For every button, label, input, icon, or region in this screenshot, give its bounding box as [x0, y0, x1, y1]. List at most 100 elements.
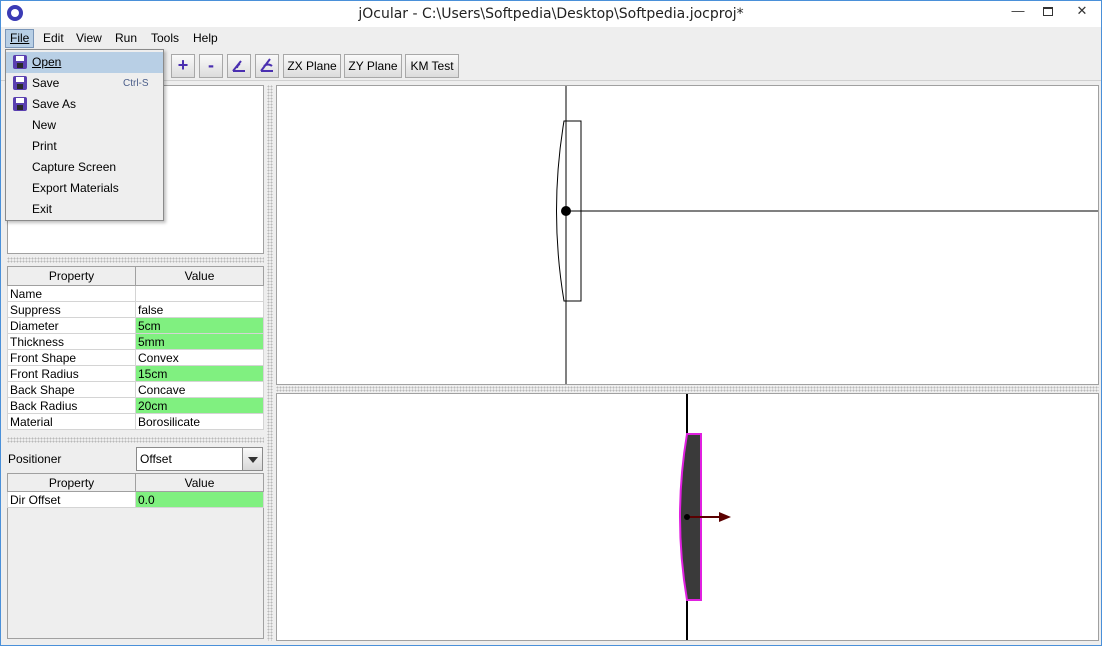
menu-item-exit[interactable]: Exit	[6, 199, 163, 220]
table-row[interactable]: Material Borosilicate	[7, 413, 264, 430]
left-splitter-bottom[interactable]	[7, 437, 264, 443]
menu-item-capture-screen[interactable]: Capture Screen	[6, 157, 163, 178]
maximize-icon	[1043, 7, 1053, 17]
property-value-cell[interactable]: 5mm	[135, 333, 264, 350]
positioner-header-value: Value	[135, 473, 264, 492]
menu-edit-label: Edit	[43, 31, 64, 45]
top-viewport[interactable]	[276, 85, 1099, 385]
property-name-cell: Back Radius	[7, 397, 136, 414]
rotate-button[interactable]	[227, 54, 251, 78]
table-row[interactable]: Diameter 5cm	[7, 317, 264, 334]
menu-item-save-label: Save	[32, 76, 60, 90]
zx-plane-button[interactable]: ZX Plane	[283, 54, 341, 78]
property-name-cell: Back Shape	[7, 381, 136, 398]
properties-header-value: Value	[135, 266, 264, 286]
menu-edit[interactable]: Edit	[39, 29, 68, 48]
positioner-row: Positioner Offset	[7, 447, 264, 471]
bottom-viewport[interactable]	[276, 393, 1099, 641]
km-test-button[interactable]: KM Test	[405, 54, 459, 78]
menu-item-print-label: Print	[32, 139, 57, 153]
menu-item-open-label: Open	[32, 55, 62, 69]
property-name-cell: Suppress	[7, 301, 136, 318]
property-name-cell: Material	[7, 413, 136, 430]
property-name-cell: Thickness	[7, 333, 136, 350]
menu-help-label: Help	[193, 31, 218, 45]
km-test-label: KM Test	[410, 59, 454, 73]
table-row[interactable]: Front Radius 15cm	[7, 365, 264, 382]
menu-file[interactable]: File	[5, 29, 35, 48]
file-menu-dropdown: Open Save Ctrl-S Save As New Print Captu…	[5, 49, 164, 221]
menu-item-new-label: New	[32, 118, 57, 132]
property-value-cell[interactable]: 20cm	[135, 397, 264, 414]
zoom-out-button[interactable]: -	[199, 54, 223, 78]
property-name-cell: Front Shape	[7, 349, 136, 366]
rotate-axis-icon	[232, 60, 245, 72]
positioner-label: Positioner	[8, 452, 62, 466]
positioner-table: Property Value Dir Offset 0.0	[7, 473, 264, 508]
menu-tools[interactable]: Tools	[147, 29, 183, 48]
menu-item-new[interactable]: New	[6, 115, 163, 136]
property-name-cell: Front Radius	[7, 365, 136, 382]
zy-plane-label: ZY Plane	[348, 59, 398, 73]
lens-3d-drawing	[679, 394, 731, 640]
property-value-cell[interactable]: 5cm	[135, 317, 264, 334]
app-window: jOcular - C:\Users\Softpedia\Desktop\Sof…	[0, 0, 1102, 646]
menu-item-save[interactable]: Save Ctrl-S	[6, 73, 163, 94]
table-row[interactable]: Thickness 5mm	[7, 333, 264, 350]
save-disk-icon	[13, 76, 27, 90]
table-row[interactable]: Front Shape Convex	[7, 349, 264, 366]
minus-icon: -	[208, 55, 214, 75]
menu-run[interactable]: Run	[111, 29, 141, 48]
lens-center-point	[561, 206, 571, 216]
lens-2d-drawing	[556, 86, 1098, 384]
positioner-select[interactable]: Offset	[136, 447, 263, 471]
property-name-cell: Name	[7, 285, 136, 302]
properties-header-property: Property	[7, 266, 136, 286]
properties-table: Property Value Name Suppress false Diameter…	[7, 266, 264, 430]
positioner-header-property: Property	[7, 473, 136, 492]
rotate-axis-alt-icon	[260, 58, 273, 72]
close-button[interactable]: ✕	[1063, 1, 1101, 23]
menu-item-open[interactable]: Open	[6, 52, 163, 73]
property-value-cell[interactable]	[135, 285, 264, 302]
menu-item-export-materials-label: Export Materials	[32, 181, 119, 195]
save-shortcut: Ctrl-S	[123, 78, 149, 89]
menu-item-exit-label: Exit	[32, 202, 53, 216]
left-splitter-top[interactable]	[7, 257, 264, 263]
chevron-down-icon[interactable]	[242, 448, 262, 470]
menu-item-print[interactable]: Print	[6, 136, 163, 157]
table-row[interactable]: Dir Offset 0.0	[7, 491, 264, 508]
table-row[interactable]: Back Radius 20cm	[7, 397, 264, 414]
table-row[interactable]: Suppress false	[7, 301, 264, 318]
table-row[interactable]: Back Shape Concave	[7, 381, 264, 398]
zoom-in-button[interactable]: +	[171, 54, 195, 78]
menu-item-capture-screen-label: Capture Screen	[32, 160, 117, 174]
positioner-property-cell: Dir Offset	[7, 491, 136, 508]
positioner-value-cell[interactable]: 0.0	[135, 491, 264, 508]
lens-3d-center	[684, 514, 690, 520]
minimize-button[interactable]: —	[1003, 1, 1033, 23]
menu-tools-label: Tools	[151, 31, 180, 45]
menu-item-save-as[interactable]: Save As	[6, 94, 163, 115]
maximize-button[interactable]	[1033, 1, 1063, 23]
menu-help[interactable]: Help	[189, 29, 222, 48]
menu-view[interactable]: View	[72, 29, 106, 48]
property-name-cell: Diameter	[7, 317, 136, 334]
property-value-cell[interactable]: false	[135, 301, 264, 318]
zy-plane-button[interactable]: ZY Plane	[344, 54, 402, 78]
property-value-cell[interactable]: Borosilicate	[135, 413, 264, 430]
menu-item-export-materials[interactable]: Export Materials	[6, 178, 163, 199]
table-row[interactable]: Name	[7, 285, 264, 302]
property-value-cell[interactable]: Concave	[135, 381, 264, 398]
save-disk-icon	[13, 55, 27, 69]
plus-icon: +	[177, 55, 189, 75]
vertical-splitter[interactable]	[267, 85, 273, 641]
property-value-cell[interactable]: Convex	[135, 349, 264, 366]
menu-item-save-as-label: Save As	[32, 97, 77, 111]
right-splitter[interactable]	[276, 386, 1099, 392]
menu-bar: File Edit View Run Tools Help	[1, 27, 1101, 49]
property-value-cell[interactable]: 15cm	[135, 365, 264, 382]
positioner-selected: Offset	[140, 452, 172, 466]
toolbar: + - ZX Plane ZY Plane KM Test	[1, 51, 1101, 81]
rotate-alt-button[interactable]	[255, 54, 279, 78]
